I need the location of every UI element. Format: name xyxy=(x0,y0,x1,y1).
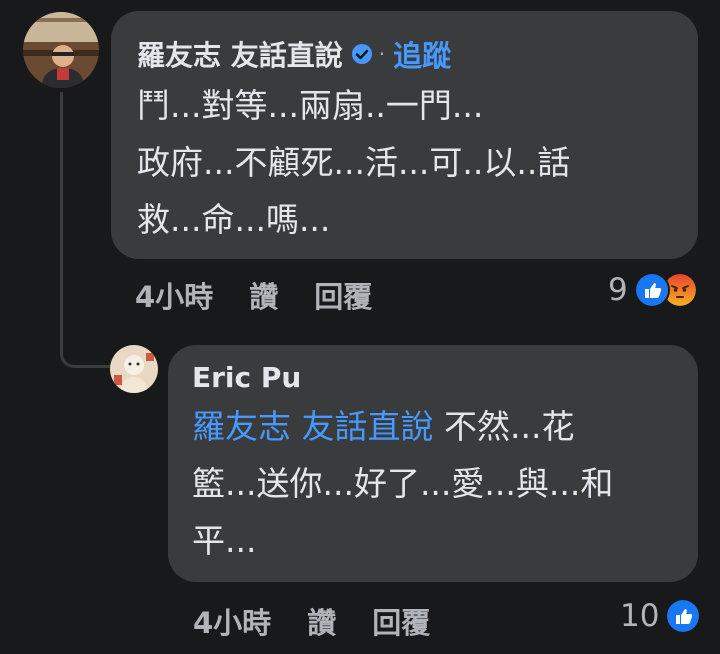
reaction-summary[interactable]: 9 xyxy=(608,272,698,308)
like-icon xyxy=(665,598,702,634)
reply-reaction-summary[interactable]: 10 xyxy=(620,598,702,634)
reply-author-name[interactable]: Eric Pu xyxy=(192,361,301,394)
avatar-image xyxy=(23,12,99,88)
reply-text-line-1: 羅友志 友話直說 不然...花 xyxy=(192,398,698,455)
comment-author-name[interactable]: 羅友志 友話直說 xyxy=(137,34,343,74)
follow-button[interactable]: 追蹤 xyxy=(393,33,451,75)
comment-header: 羅友志 友話直說 · 追蹤 xyxy=(137,33,698,75)
avatar[interactable] xyxy=(23,12,99,88)
reply-text-line-2: 籃...送你...好了...愛...與...和 xyxy=(192,464,614,503)
reply-like-button[interactable]: 讚 xyxy=(307,600,336,642)
like-icon xyxy=(633,272,670,308)
thread-connector-line xyxy=(60,92,112,368)
reply-timestamp[interactable]: 4小時 xyxy=(193,600,271,642)
like-button[interactable]: 讚 xyxy=(249,274,278,316)
verified-badge-icon xyxy=(351,44,372,64)
reply-header: Eric Pu xyxy=(192,361,698,394)
separator-dot: · xyxy=(378,42,386,66)
reply-reply-button[interactable]: 回覆 xyxy=(372,600,430,642)
comment-text-line-1: 鬥...對等...兩扇..一門... xyxy=(137,86,484,125)
mention-link[interactable]: 羅友志 友話直說 xyxy=(192,407,434,446)
reply-avatar[interactable] xyxy=(110,345,158,393)
comment-bubble: 羅友志 友話直說 · 追蹤 鬥...對等...兩扇..一門... 政府...不顧… xyxy=(111,11,698,259)
comment-actions: 4小時 讚 回覆 xyxy=(135,274,408,316)
comment-timestamp[interactable]: 4小時 xyxy=(135,274,213,316)
reply-actions: 4小時 讚 回覆 xyxy=(193,600,466,642)
comment-text-line-2: 政府...不顧死...活...可..以..話 xyxy=(137,143,571,182)
reply-avatar-image xyxy=(110,345,158,393)
reaction-count: 9 xyxy=(608,272,628,308)
reply-reaction-count: 10 xyxy=(620,598,660,634)
reply-bubble: Eric Pu 羅友志 友話直說 不然...花 籃...送你...好了...愛.… xyxy=(168,345,698,582)
comment-text-line-3: 救...命...嗎... xyxy=(137,200,331,239)
reply-text-line-3: 平... xyxy=(192,521,257,560)
reply-text-line-1-rest: 不然...花 xyxy=(433,407,575,446)
reply-button[interactable]: 回覆 xyxy=(314,274,372,316)
